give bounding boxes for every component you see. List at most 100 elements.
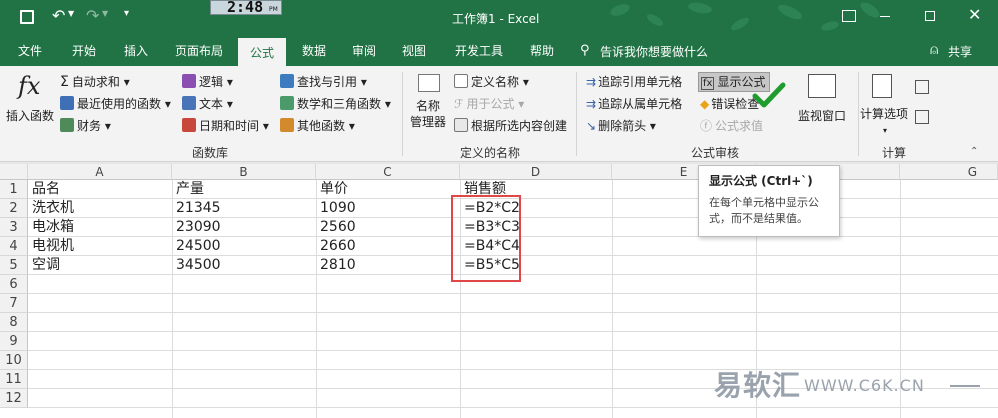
column-header-a[interactable]: A — [28, 164, 172, 180]
cell-b1[interactable]: 产量 — [173, 180, 204, 199]
cell-c2[interactable]: 1090 — [317, 199, 356, 218]
row-header[interactable]: 8 — [0, 313, 28, 332]
gridline — [28, 369, 998, 370]
gridline — [28, 331, 998, 332]
trace-dependents-button[interactable]: ⇉ 追踪从属单元格 — [586, 94, 682, 114]
worksheet-grid[interactable]: A B C D E F G 1 2 3 4 5 6 7 8 9 10 11 12… — [0, 164, 998, 418]
insert-function-icon[interactable]: fx — [18, 72, 40, 100]
tab-review[interactable]: 审阅 — [342, 36, 386, 66]
cell-a2[interactable]: 洗衣机 — [29, 199, 74, 218]
cell-b3[interactable]: 23090 — [173, 218, 221, 237]
watch-window-icon[interactable] — [808, 74, 836, 98]
column-header-d[interactable]: D — [460, 164, 612, 180]
logic-icon — [182, 74, 196, 88]
lookup-icon — [280, 74, 294, 88]
logical-button[interactable]: 逻辑 ▾ — [182, 72, 233, 92]
cell-c3[interactable]: 2560 — [317, 218, 356, 237]
watermark-brand: 易软汇 — [714, 369, 802, 402]
watch-window-button[interactable]: 监视窗口 — [798, 106, 846, 126]
row-header[interactable]: 1 — [0, 180, 28, 199]
calculate-now-icon[interactable] — [915, 80, 929, 94]
maximize-icon[interactable] — [925, 11, 935, 21]
row-header[interactable]: 6 — [0, 275, 28, 294]
define-name-button[interactable]: 定义名称 ▾ — [454, 72, 529, 92]
row-header[interactable]: 9 — [0, 332, 28, 351]
trace-dependents-icon: ⇉ — [586, 97, 597, 111]
tab-data[interactable]: 数据 — [292, 36, 336, 66]
text-button[interactable]: 文本 ▾ — [182, 94, 233, 114]
collapse-ribbon-icon[interactable]: ⌃ — [970, 146, 978, 157]
name-manager-line2[interactable]: 管理器 — [410, 112, 446, 132]
math-trig-button[interactable]: 数学和三角函数 ▾ — [280, 94, 391, 114]
autosum-button[interactable]: Σ 自动求和 ▾ — [60, 72, 130, 92]
tab-file[interactable]: 文件 — [8, 36, 52, 66]
column-header-g[interactable]: G — [900, 164, 998, 180]
tab-developer[interactable]: 开发工具 — [446, 36, 512, 66]
tab-formulas[interactable]: 公式 — [238, 36, 286, 66]
row-header[interactable]: 12 — [0, 389, 28, 408]
insert-function-button[interactable]: 插入函数 — [6, 106, 54, 126]
tell-me-search[interactable]: 告诉我你想要做什么 — [600, 43, 708, 60]
lookup-button[interactable]: 查找与引用 ▾ — [280, 72, 367, 92]
row-header[interactable]: 3 — [0, 218, 28, 237]
cell-b2[interactable]: 21345 — [173, 199, 221, 218]
financial-button[interactable]: 财务 ▾ — [60, 116, 111, 136]
undo-icon[interactable]: ↶ — [52, 6, 65, 25]
cell-a1[interactable]: 品名 — [29, 180, 60, 199]
define-name-icon — [454, 74, 468, 88]
tab-help[interactable]: 帮助 — [520, 36, 564, 66]
cell-a4[interactable]: 电视机 — [29, 237, 74, 256]
tab-page-layout[interactable]: 页面布局 — [166, 36, 232, 66]
cell-c4[interactable]: 2660 — [317, 237, 356, 256]
tab-home[interactable]: 开始 — [62, 36, 106, 66]
clock-widget: 2:48 PM — [210, 0, 282, 16]
group-separator — [858, 72, 859, 156]
tooltip-title: 显示公式 (Ctrl+`) — [709, 174, 813, 188]
formula-highlight-box — [451, 195, 521, 282]
row-header[interactable]: 4 — [0, 237, 28, 256]
create-from-selection-button[interactable]: 根据所选内容创建 — [454, 116, 567, 136]
customize-qat-icon[interactable]: ▾ — [124, 8, 129, 19]
error-checking-button[interactable]: ◆ 错误检查 — [700, 94, 759, 114]
ribbon-display-options-icon[interactable] — [842, 10, 856, 22]
undo-dropdown-icon[interactable]: ▼ — [68, 9, 74, 18]
row-header[interactable]: 5 — [0, 256, 28, 275]
share-button[interactable]: 共享 — [948, 43, 972, 60]
select-all-corner[interactable] — [0, 164, 28, 180]
row-header[interactable]: 11 — [0, 370, 28, 389]
calculation-options-button[interactable]: 计算选项 — [860, 104, 908, 124]
cell-a3[interactable]: 电冰箱 — [29, 218, 74, 237]
cell-b4[interactable]: 24500 — [173, 237, 221, 256]
remove-arrows-button[interactable]: ↘ 删除箭头 ▾ — [586, 116, 656, 136]
group-label-formula-auditing: 公式审核 — [690, 146, 739, 160]
datetime-button[interactable]: 日期和时间 ▾ — [182, 116, 269, 136]
column-header-c[interactable]: C — [316, 164, 460, 180]
group-separator — [402, 72, 403, 156]
calculator-icon[interactable] — [872, 74, 892, 98]
cell-c1[interactable]: 单价 — [317, 180, 348, 199]
trace-precedents-button[interactable]: ⇉ 追踪引用单元格 — [586, 72, 682, 92]
more-functions-button[interactable]: 其他函数 ▾ — [280, 116, 355, 136]
tab-insert[interactable]: 插入 — [114, 36, 158, 66]
recent-functions-button[interactable]: 最近使用的函数 ▾ — [60, 94, 171, 114]
row-header[interactable]: 2 — [0, 199, 28, 218]
group-label-defined-names: 定义的名称 — [459, 146, 520, 160]
row-header[interactable]: 10 — [0, 351, 28, 370]
ribbon-tab-bar: 文件 开始 插入 页面布局 公式 数据 审阅 视图 开发工具 帮助 ⚲ 告诉我你… — [0, 36, 998, 66]
save-icon[interactable] — [20, 10, 34, 24]
finance-icon — [60, 118, 74, 132]
window-title: 工作簿1 - Excel — [452, 12, 540, 26]
cell-a5[interactable]: 空调 — [29, 256, 60, 275]
name-manager-icon[interactable] — [418, 74, 440, 92]
row-header[interactable]: 7 — [0, 294, 28, 313]
tab-view[interactable]: 视图 — [392, 36, 436, 66]
group-label-function-library: 函数库 — [191, 146, 228, 160]
calculation-options-dropdown-icon[interactable]: ▾ — [883, 126, 887, 135]
column-header-b[interactable]: B — [172, 164, 316, 180]
close-icon[interactable]: ✕ — [968, 5, 981, 24]
cell-b5[interactable]: 34500 — [173, 256, 221, 275]
minimize-icon[interactable] — [880, 16, 890, 17]
calculate-sheet-icon[interactable] — [915, 110, 929, 124]
star-icon — [60, 96, 74, 110]
cell-c5[interactable]: 2810 — [317, 256, 356, 275]
